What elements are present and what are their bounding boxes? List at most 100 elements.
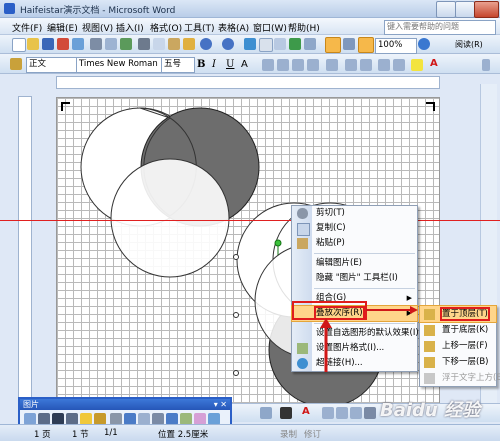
- menu-item-paste[interactable]: 粘贴(P): [292, 236, 417, 251]
- picture-toolbar-close-icon[interactable]: ▾ ✕: [214, 400, 227, 409]
- submenu-in-front-of-text[interactable]: 浮于文字上方(E): [420, 370, 500, 386]
- send-to-back-icon: [424, 325, 435, 336]
- menu-item-default-effect[interactable]: 设置自选图形的默认效果(I): [292, 326, 419, 341]
- align-left-icon[interactable]: [262, 59, 274, 71]
- char-border-button[interactable]: A: [241, 59, 248, 70]
- insert-excel-icon[interactable]: [289, 38, 301, 50]
- insert-table-icon[interactable]: [274, 38, 286, 50]
- submenu-send-backward[interactable]: 下移一层(B): [420, 354, 496, 370]
- columns-icon[interactable]: [304, 38, 316, 50]
- menu-item-label: 隐藏 "图片" 工具栏(I): [316, 273, 398, 283]
- redo-icon[interactable]: [222, 38, 234, 50]
- status-track-changes[interactable]: 修订: [304, 428, 321, 440]
- undo-icon[interactable]: [200, 38, 212, 50]
- cut-icon[interactable]: [138, 38, 150, 50]
- send-backward-icon: [424, 357, 435, 368]
- context-menu: 剪切(T) 复制(C) 粘贴(P) 编辑图片(E) 隐藏 "图片" 工具栏(I)…: [291, 205, 419, 372]
- menu-item-hide-picture-toolbar[interactable]: 隐藏 "图片" 工具栏(I): [292, 271, 417, 286]
- status-page: 1 页: [34, 430, 51, 440]
- bullets-icon[interactable]: [360, 59, 372, 71]
- submenu-bring-forward[interactable]: 上移一层(F): [420, 338, 496, 354]
- email-icon[interactable]: [72, 38, 84, 50]
- menu-view[interactable]: 视图(V): [82, 21, 113, 34]
- red-guide-line: [0, 220, 500, 221]
- highlight-icon[interactable]: [411, 59, 423, 71]
- menu-format[interactable]: 格式(O): [150, 21, 182, 34]
- menu-item-label: 编辑图片(E): [316, 258, 363, 268]
- font-color-button[interactable]: A: [430, 58, 438, 69]
- zoom-select[interactable]: 100%: [375, 38, 417, 54]
- font-select[interactable]: Times New Roman: [76, 57, 162, 73]
- title-bar: Haifeistar演示文档 - Microsoft Word: [0, 0, 500, 18]
- resize-handle: [233, 370, 239, 376]
- menu-item-label: 叠放次序(R): [314, 306, 365, 320]
- menu-item-copy[interactable]: 复制(C): [292, 221, 417, 236]
- submenu-bring-to-front[interactable]: 置于顶层(T): [419, 305, 497, 323]
- toolbar-options-icon[interactable]: [482, 59, 490, 71]
- align-right-icon[interactable]: [292, 59, 304, 71]
- baidu-watermark: Baidu 经验: [380, 400, 481, 421]
- shadow-icon[interactable]: [364, 407, 376, 419]
- minimize-button[interactable]: [436, 1, 456, 18]
- menu-item-cut[interactable]: 剪切(T): [292, 206, 417, 221]
- formatting-toolbar: 正文 Times New Roman 五号 B I U A A: [0, 54, 500, 74]
- read-mode-button[interactable]: 阅读(R): [455, 39, 483, 50]
- menu-tools[interactable]: 工具(T): [184, 21, 215, 34]
- menu-item-order[interactable]: 叠放次序(R) ▶: [291, 305, 418, 322]
- vertical-ruler: [18, 96, 32, 416]
- line-color-icon[interactable]: [280, 407, 292, 419]
- status-section: 1 节: [72, 430, 89, 440]
- line-spacing-icon[interactable]: [326, 59, 338, 71]
- submenu-label: 浮于文字上方(E): [442, 373, 500, 383]
- font-color-button[interactable]: A: [302, 406, 310, 417]
- menu-window[interactable]: 窗口(W): [253, 21, 287, 34]
- menu-table[interactable]: 表格(A): [218, 21, 249, 34]
- close-button[interactable]: [474, 1, 499, 18]
- menu-item-edit-picture[interactable]: 编辑图片(E): [292, 256, 417, 271]
- menu-help[interactable]: 帮助(H): [288, 21, 320, 34]
- style-select[interactable]: 正文: [26, 57, 77, 73]
- format-painter-icon[interactable]: [183, 38, 195, 50]
- drawing-icon[interactable]: [325, 37, 341, 53]
- submenu-label: 置于底层(K): [442, 325, 489, 335]
- new-icon[interactable]: [12, 38, 26, 52]
- menu-edit[interactable]: 编辑(E): [47, 21, 78, 34]
- italic-button[interactable]: I: [212, 59, 216, 70]
- status-record[interactable]: 录制: [280, 428, 297, 440]
- menu-insert[interactable]: 插入(I): [116, 21, 144, 34]
- help-search-input[interactable]: 键入需要帮助的问题: [384, 20, 496, 35]
- document-map-icon[interactable]: [343, 38, 355, 50]
- show-hide-icon[interactable]: [358, 37, 374, 53]
- hyperlink-icon[interactable]: [244, 38, 256, 50]
- permission-icon[interactable]: [57, 38, 69, 50]
- open-icon[interactable]: [27, 38, 39, 50]
- tables-borders-icon[interactable]: [259, 38, 273, 52]
- paste-icon[interactable]: [168, 38, 180, 50]
- line-style-icon[interactable]: [322, 407, 334, 419]
- menu-file[interactable]: 文件(F): [12, 21, 42, 34]
- styles-pane-icon[interactable]: [10, 58, 22, 70]
- menu-item-hyperlink[interactable]: 超链接(H)...: [292, 356, 417, 371]
- print-preview-icon[interactable]: [105, 38, 117, 50]
- dash-style-icon[interactable]: [336, 407, 348, 419]
- copy-icon[interactable]: [153, 38, 165, 50]
- menu-item-format-picture[interactable]: 设置图片格式(I)...: [292, 341, 417, 356]
- bold-button[interactable]: B: [197, 59, 205, 70]
- font-size-select[interactable]: 五号: [161, 57, 195, 73]
- submenu-send-to-back[interactable]: 置于底层(K): [420, 322, 496, 338]
- maximize-button[interactable]: [455, 1, 475, 18]
- decrease-indent-icon[interactable]: [378, 59, 390, 71]
- justify-icon[interactable]: [307, 59, 319, 71]
- autoshapes-icon[interactable]: [260, 407, 272, 419]
- numbering-icon[interactable]: [345, 59, 357, 71]
- scissors-icon: [297, 208, 308, 219]
- spelling-icon[interactable]: [120, 38, 132, 50]
- menu-item-group[interactable]: 组合(G) ▶: [292, 291, 417, 306]
- increase-indent-icon[interactable]: [393, 59, 405, 71]
- align-center-icon[interactable]: [277, 59, 289, 71]
- print-icon[interactable]: [90, 38, 102, 50]
- save-icon[interactable]: [42, 38, 54, 50]
- underline-button[interactable]: U: [226, 59, 234, 70]
- help-icon[interactable]: [418, 38, 430, 50]
- arrow-style-icon[interactable]: [350, 407, 362, 419]
